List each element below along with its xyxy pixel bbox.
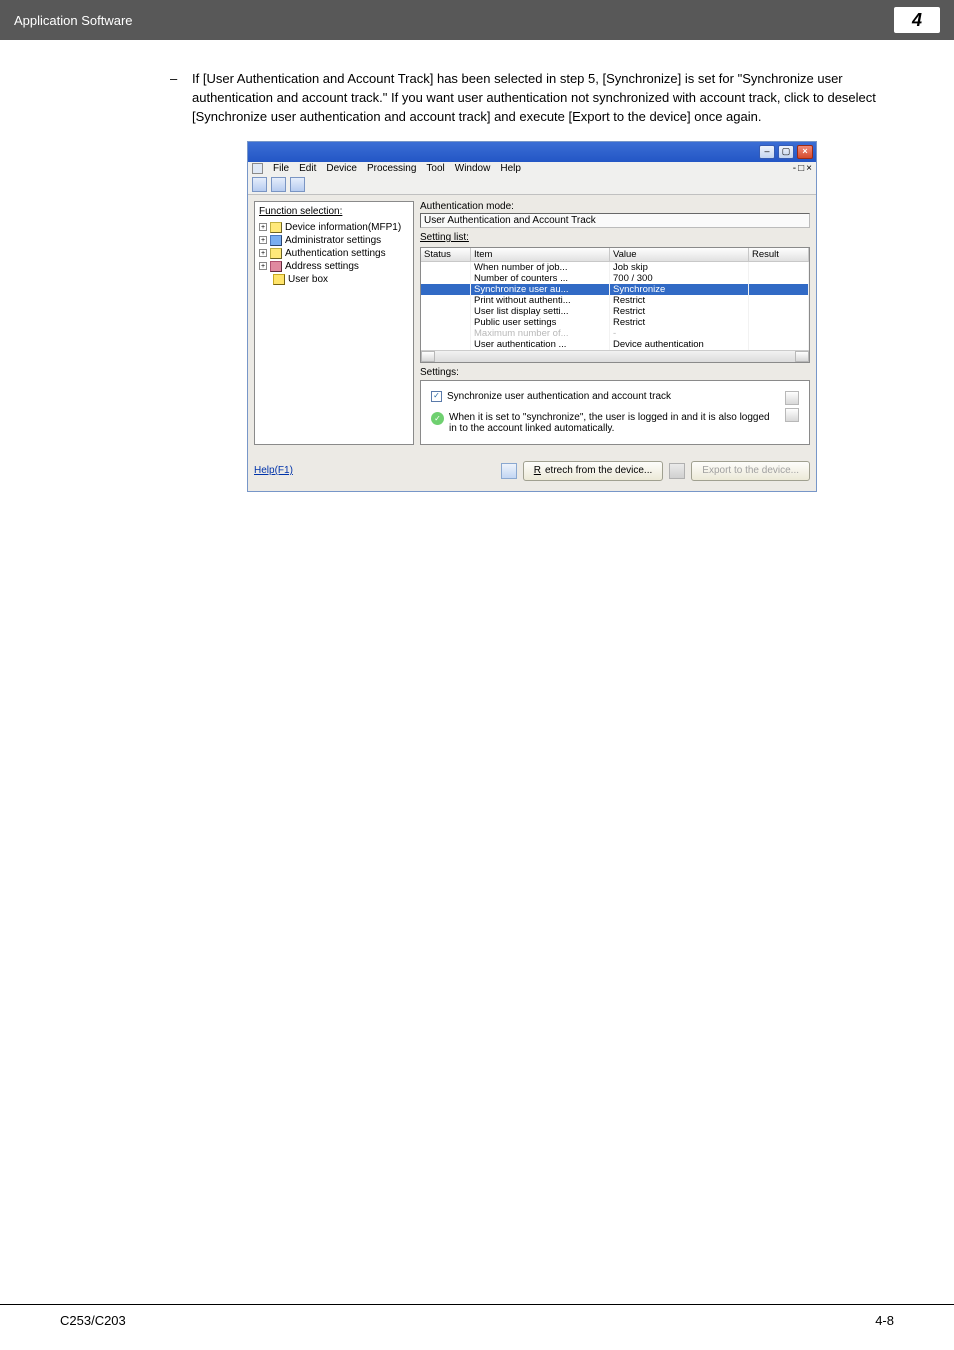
admin-icon — [270, 235, 282, 246]
list-row[interactable]: When number of job...Job skip — [421, 262, 809, 273]
menu-file[interactable]: File — [273, 163, 289, 174]
toolbar-button-3[interactable] — [290, 177, 305, 192]
folder-icon — [270, 222, 282, 233]
export-icon — [669, 463, 685, 479]
tree-auth-settings[interactable]: + Authentication settings — [259, 247, 409, 260]
tree-title: Function selection: — [259, 206, 409, 217]
auth-mode-field: Authentication mode: User Authentication… — [420, 201, 810, 228]
close-button[interactable]: × — [797, 145, 813, 159]
tree-pane: Function selection: + Device information… — [254, 201, 414, 445]
list-row[interactable]: User list display setti...Restrict — [421, 306, 809, 317]
menu-tool[interactable]: Tool — [426, 163, 444, 174]
footer-page: 4-8 — [875, 1313, 894, 1328]
synchronize-checkbox-row[interactable]: ✓ Synchronize user authentication and ac… — [431, 391, 779, 402]
menubar: File Edit Device Processing Tool Window … — [248, 162, 816, 175]
minimize-button[interactable]: – — [759, 145, 775, 159]
list-row[interactable]: User authentication ...Device authentica… — [421, 339, 809, 350]
mdi-controls: - □ × — [793, 163, 812, 174]
auth-mode-value: User Authentication and Account Track — [420, 213, 810, 228]
checkbox-checked-icon[interactable]: ✓ — [431, 391, 442, 402]
settings-panel: ✓ Synchronize user authentication and ac… — [420, 380, 810, 445]
tree-address-settings[interactable]: + Address settings — [259, 260, 409, 273]
info-text: When it is set to "synchronize", the use… — [449, 412, 779, 434]
mdi-restore-icon[interactable]: - — [793, 163, 796, 174]
toolbar — [248, 175, 816, 195]
list-row[interactable]: Public user settingsRestrict — [421, 317, 809, 328]
header-chapter-number: 4 — [894, 7, 940, 33]
maximize-button[interactable]: ▢ — [778, 145, 794, 159]
col-item[interactable]: Item — [471, 248, 610, 262]
expand-icon[interactable]: + — [259, 262, 267, 270]
header-breadcrumb: Application Software — [14, 13, 133, 28]
button-row: Help(F1) Retrech from the device... Expo… — [248, 451, 816, 491]
scroll-up-arrow[interactable] — [785, 391, 799, 405]
menu-help[interactable]: Help — [500, 163, 521, 174]
synchronize-checkbox-label: Synchronize user authentication and acco… — [447, 391, 671, 402]
scroll-left-arrow[interactable] — [421, 351, 435, 362]
info-icon: ✓ — [431, 412, 444, 425]
list-row[interactable]: Print without authenti...Restrict — [421, 295, 809, 306]
export-button: Export to the device... — [691, 461, 810, 481]
settings-label: Settings: — [420, 367, 810, 378]
col-status[interactable]: Status — [421, 248, 471, 262]
mdi-maximize-icon[interactable]: □ — [798, 163, 804, 174]
address-icon — [270, 261, 282, 272]
setting-list: Status Item Value Result When number of … — [420, 247, 810, 363]
menu-device[interactable]: Device — [326, 163, 357, 174]
app-icon — [252, 163, 263, 174]
folder-icon — [270, 248, 282, 259]
titlebar: – ▢ × — [248, 142, 816, 162]
list-row-disabled: Maximum number of...- — [421, 328, 809, 339]
app-window: – ▢ × File Edit Device Processing Tool W… — [247, 141, 817, 492]
retrieve-icon — [501, 463, 517, 479]
list-header: Status Item Value Result — [421, 248, 809, 262]
userbox-icon — [273, 274, 285, 285]
expand-icon[interactable]: + — [259, 223, 267, 231]
menu-edit[interactable]: Edit — [299, 163, 316, 174]
expand-icon[interactable]: + — [259, 236, 267, 244]
list-row[interactable]: Number of counters ...700 / 300 — [421, 273, 809, 284]
vertical-scrollbar[interactable] — [785, 391, 799, 434]
mdi-close-icon[interactable]: × — [806, 163, 812, 174]
setting-list-label: Setting list: — [420, 232, 810, 243]
footer-model: C253/C203 — [60, 1313, 126, 1328]
col-result[interactable]: Result — [749, 248, 809, 262]
horizontal-scrollbar[interactable] — [421, 350, 809, 362]
help-link[interactable]: Help(F1) — [254, 465, 293, 476]
info-row: ✓ When it is set to "synchronize", the u… — [431, 412, 779, 434]
tree-admin-settings[interactable]: + Administrator settings — [259, 234, 409, 247]
instruction-text: If [User Authentication and Account Trac… — [192, 70, 894, 127]
toolbar-button-1[interactable] — [252, 177, 267, 192]
retrieve-button[interactable]: Retrech from the device... — [523, 461, 664, 481]
expand-icon[interactable]: + — [259, 249, 267, 257]
menu-window[interactable]: Window — [455, 163, 491, 174]
list-row-selected[interactable]: Synchronize user au...Synchronize — [421, 284, 809, 295]
col-value[interactable]: Value — [610, 248, 749, 262]
menu-processing[interactable]: Processing — [367, 163, 416, 174]
tree-device-info[interactable]: + Device information(MFP1) — [259, 221, 409, 234]
toolbar-button-2[interactable] — [271, 177, 286, 192]
tree-user-box[interactable]: User box — [273, 273, 409, 286]
scroll-down-arrow[interactable] — [785, 408, 799, 422]
bullet-dash: – — [170, 70, 180, 127]
auth-mode-label: Authentication mode: — [420, 201, 810, 212]
scroll-right-arrow[interactable] — [795, 351, 809, 362]
